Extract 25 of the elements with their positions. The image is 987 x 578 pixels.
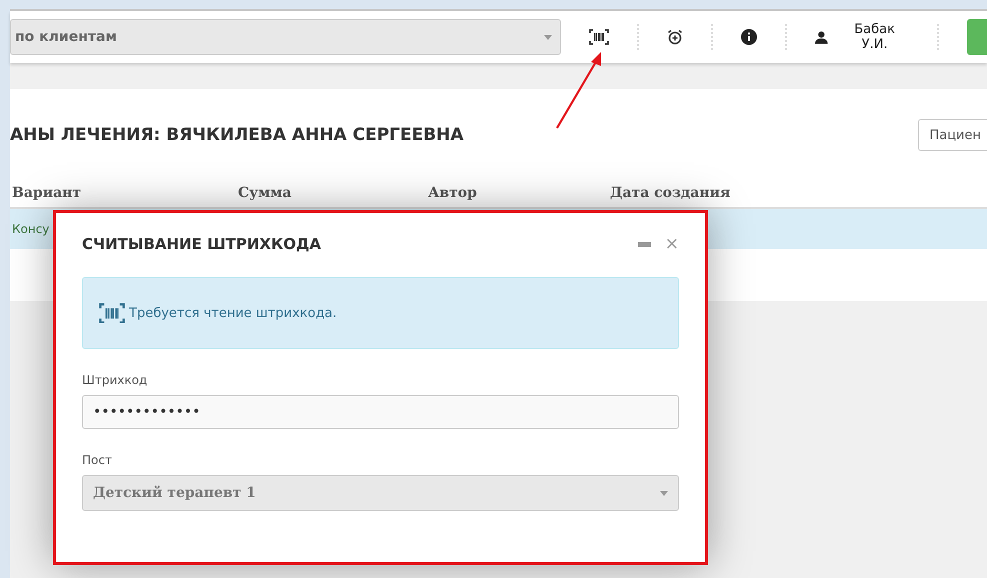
caret-icon [544, 34, 552, 40]
minimize-button[interactable] [638, 242, 651, 246]
patient-button[interactable]: Пациен [918, 119, 987, 151]
user-icon [815, 30, 828, 44]
barcode-icon [589, 29, 610, 45]
page-title: АНЫ ЛЕЧЕНИЯ: ВЯЧКИЛЕВА АННА СЕРГЕЕВНА [10, 125, 464, 145]
field-label: Штрихкод [82, 373, 148, 387]
alarm-button[interactable] [667, 29, 684, 45]
client-select[interactable]: по клиентам [10, 19, 562, 55]
info-button[interactable] [741, 29, 758, 45]
barcode-icon [99, 302, 125, 324]
info-icon [741, 29, 758, 45]
column-header: Дата создания [610, 185, 732, 203]
dialog-title: СЧИТЫВАНИЕ ШТРИХКОДА [82, 235, 321, 253]
barcode-field[interactable]: ••••••••••••• [82, 395, 679, 429]
column-header: Сумма [238, 185, 292, 203]
caret-icon [660, 490, 668, 496]
info-text: Требуется чтение штрихкода. [129, 306, 337, 320]
column-header: Вариант [12, 185, 82, 203]
user-button[interactable]: Бабак У.И. [815, 22, 910, 52]
field-label: Пост [82, 453, 113, 467]
barcode-button[interactable] [589, 29, 610, 45]
alarm-plus-icon [667, 29, 684, 45]
column-header: Автор [428, 185, 478, 203]
post-select[interactable]: Детский терапевт 1 [82, 475, 679, 511]
